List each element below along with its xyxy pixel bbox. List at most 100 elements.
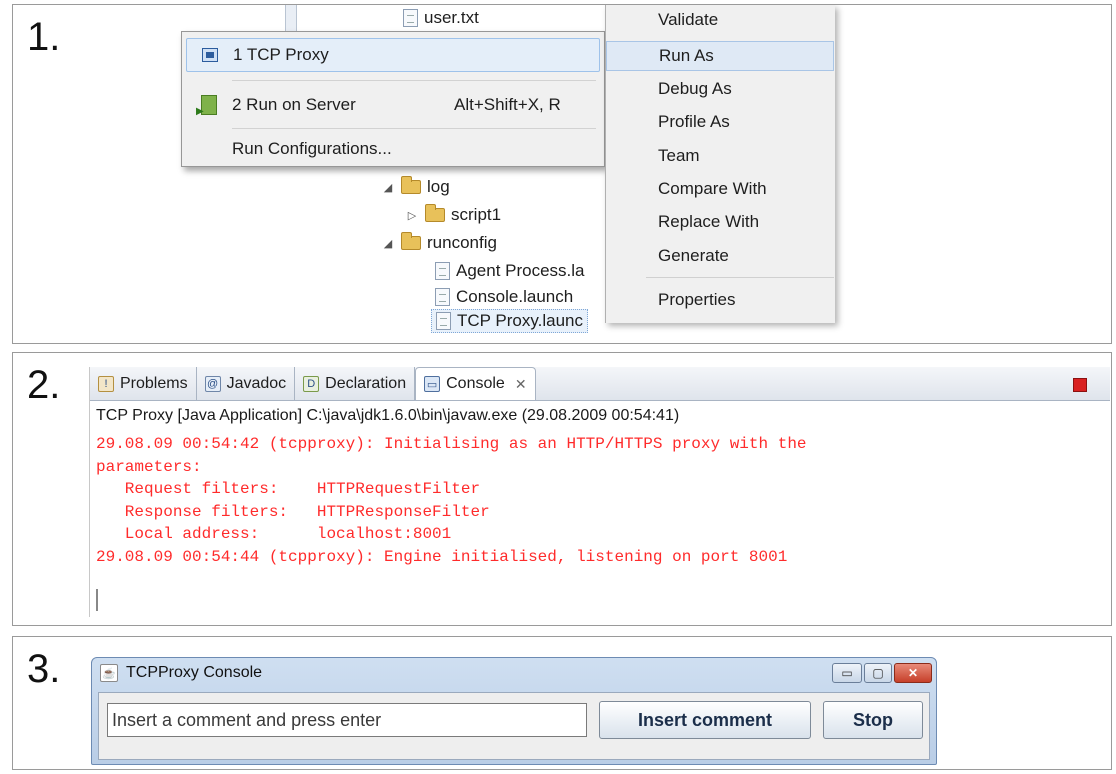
file-icon: [435, 262, 450, 280]
maximize-button[interactable]: ▢: [864, 663, 892, 683]
menu-separator: [232, 80, 596, 81]
step-number: 3.: [27, 647, 61, 691]
console-line: parameters:: [96, 457, 202, 476]
minimize-icon: ▭: [841, 666, 853, 680]
tcpproxy-console-window: ☕ TCPProxy Console ▭ ▢ ✕ Insert comment …: [91, 657, 937, 765]
ctx-item-validate[interactable]: Validate: [606, 5, 834, 35]
tab-problems[interactable]: ! Problems: [90, 367, 197, 400]
ctx-item-compare-with[interactable]: Compare With: [606, 174, 834, 204]
comment-input[interactable]: [107, 703, 587, 737]
console-line: Response filters: HTTPResponseFilter: [96, 502, 490, 521]
folder-icon: [401, 176, 421, 194]
ctx-item-profile-as[interactable]: Profile As: [606, 107, 834, 137]
insert-comment-button[interactable]: Insert comment: [599, 701, 811, 739]
console-line: 29.08.09 00:54:42 (tcpproxy): Initialisi…: [96, 435, 807, 453]
menu-item-tcp-proxy[interactable]: 1 TCP Proxy: [186, 38, 600, 72]
menu-item-run-configurations[interactable]: Run Configurations...: [186, 132, 600, 166]
step3-panel: 3. ☕ TCPProxy Console ▭ ▢ ✕ Insert comme…: [12, 636, 1112, 770]
folder-icon: [425, 204, 445, 222]
server-run-icon: [196, 95, 217, 117]
console-line: Local address: localhost:8001: [96, 525, 452, 543]
ctx-item-replace-with[interactable]: Replace With: [606, 207, 834, 237]
ctx-item-debug-as[interactable]: Debug As: [606, 74, 834, 104]
ctx-item-label: Properties: [658, 290, 736, 309]
javadoc-icon: @: [204, 375, 221, 392]
step1-panel: 1. user.txt ◢ log ▷ script1 ◢ runconfig …: [12, 4, 1112, 344]
ctx-item-label: Team: [658, 146, 700, 165]
maximize-icon: ▢: [872, 666, 884, 680]
file-icon: [403, 9, 418, 27]
ctx-item-label: Compare With: [658, 179, 767, 198]
ctx-item-label: Debug As: [658, 79, 732, 98]
tree-item-tcp-proxy-launch[interactable]: TCP Proxy.launc: [431, 309, 588, 333]
menu-separator: [646, 277, 834, 278]
window-title: TCPProxy Console: [126, 664, 263, 681]
view-tabbar: ! Problems @ Javadoc D Declaration ▭ Con…: [90, 367, 1110, 401]
ctx-item-label: Validate: [658, 10, 719, 29]
ctx-item-label: Generate: [658, 246, 729, 265]
tab-label: Declaration: [325, 374, 407, 392]
file-icon: [435, 288, 450, 306]
tab-label: Console: [446, 375, 505, 392]
console-line: 29.08.09 00:54:44 (tcpproxy): Engine ini…: [96, 547, 788, 566]
tree-item-label: runconfig: [427, 233, 497, 252]
tree-item-label: TCP Proxy.launc: [457, 311, 583, 330]
window-body: Insert comment Stop: [98, 692, 930, 760]
step-number: 2.: [27, 363, 61, 407]
java-app-icon: [202, 48, 218, 62]
tree-item-label: Console.launch: [456, 287, 574, 306]
tree-item-runconfig[interactable]: ◢ runconfig: [381, 232, 497, 253]
tree-item-console-launch[interactable]: Console.launch: [435, 287, 573, 307]
tree-item-log[interactable]: ◢ log: [381, 176, 450, 197]
folder-icon: [401, 232, 421, 250]
text-caret: [96, 589, 98, 611]
tab-label: Javadoc: [226, 374, 287, 392]
ctx-item-properties[interactable]: Properties: [606, 285, 834, 315]
ctx-item-run-as[interactable]: Run As: [606, 41, 834, 71]
launch-description: TCP Proxy [Java Application] C:\java\jdk…: [96, 407, 680, 424]
expanded-arrow-icon[interactable]: ◢: [381, 237, 395, 250]
terminate-icon[interactable]: [1073, 378, 1087, 392]
minimize-button[interactable]: ▭: [832, 663, 862, 683]
java-icon: ☕: [100, 664, 118, 682]
console-output: 29.08.09 00:54:42 (tcpproxy): Initialisi…: [96, 433, 807, 568]
tree-item-label: Agent Process.la: [456, 261, 585, 280]
menu-separator: [232, 128, 596, 129]
problems-icon: !: [98, 375, 114, 392]
ctx-item-label: Replace With: [658, 212, 760, 231]
ctx-item-team[interactable]: Team: [606, 141, 834, 171]
menu-item-run-on-server[interactable]: 2 Run on Server Alt+Shift+X, R: [186, 88, 600, 122]
tree-item-user-txt[interactable]: user.txt: [403, 8, 479, 28]
window-titlebar: ☕ TCPProxy Console: [100, 664, 262, 682]
close-tab-icon[interactable]: ✕: [515, 376, 527, 393]
tree-item-agent-process[interactable]: Agent Process.la: [435, 261, 585, 281]
tab-label: Problems: [120, 374, 188, 392]
console-icon: ▭: [424, 376, 441, 392]
ctx-item-label: Profile As: [658, 112, 730, 131]
ctx-item-label: Run As: [659, 46, 714, 65]
declaration-icon: D: [303, 375, 320, 392]
tab-javadoc[interactable]: @ Javadoc: [197, 367, 296, 400]
tree-item-label: log: [427, 177, 450, 196]
tab-console[interactable]: ▭ Console ✕: [415, 367, 536, 400]
file-icon: [436, 312, 451, 330]
close-icon: ✕: [907, 666, 919, 680]
console-line: Request filters: HTTPRequestFilter: [96, 480, 481, 498]
tree-item-label: script1: [451, 205, 502, 224]
console-view: ! Problems @ Javadoc D Declaration ▭ Con…: [89, 367, 1110, 617]
ctx-item-generate[interactable]: Generate: [606, 241, 834, 271]
stop-button[interactable]: Stop: [823, 701, 923, 739]
run-as-submenu: 1 TCP Proxy 2 Run on Server Alt+Shift+X,…: [181, 31, 605, 167]
tab-declaration[interactable]: D Declaration: [295, 367, 416, 400]
menu-item-label: Run Configurations...: [232, 139, 392, 158]
tree-item-label: user.txt: [424, 8, 479, 27]
menu-item-label: 2 Run on Server: [232, 95, 356, 114]
context-menu: Validate Run As Debug As Profile As Team…: [605, 5, 835, 323]
close-button[interactable]: ✕: [894, 663, 932, 683]
menu-item-label: 1 TCP Proxy: [233, 45, 329, 64]
step-number: 1.: [27, 15, 61, 59]
collapsed-arrow-icon[interactable]: ▷: [405, 209, 419, 222]
tree-item-script1[interactable]: ▷ script1: [405, 204, 502, 225]
expanded-arrow-icon[interactable]: ◢: [381, 181, 395, 194]
menu-item-shortcut: Alt+Shift+X, R: [454, 95, 561, 114]
